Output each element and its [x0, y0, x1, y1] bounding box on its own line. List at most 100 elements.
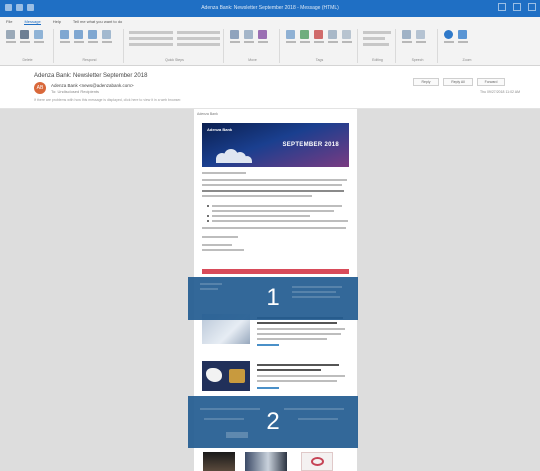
insights-icon — [416, 30, 425, 39]
bullet-icon — [207, 220, 209, 222]
ignore-button[interactable] — [5, 30, 16, 52]
overlay-region-1[interactable]: 1 — [188, 277, 358, 320]
read-more-link[interactable] — [257, 387, 279, 389]
ribbon-group-tags: Tags — [282, 29, 358, 63]
tab-file[interactable]: File — [6, 19, 12, 24]
translate-button[interactable] — [341, 30, 352, 52]
quick-step-item[interactable] — [176, 43, 220, 46]
select-button[interactable] — [363, 43, 389, 46]
zoom-icon — [444, 30, 453, 39]
footer-image-row — [203, 452, 348, 471]
overlay-number-2: 2 — [266, 408, 280, 435]
intro-text — [202, 179, 347, 181]
addin-icon — [458, 30, 467, 39]
body-text — [202, 227, 346, 229]
footer-image[interactable] — [301, 452, 333, 471]
read-aloud-button[interactable] — [401, 30, 412, 52]
article-text — [257, 338, 327, 340]
rules-icon — [244, 30, 253, 39]
office-addin-button[interactable] — [457, 30, 468, 52]
read-more-link[interactable] — [257, 344, 279, 346]
bullet-text — [212, 215, 310, 217]
find-button[interactable] — [363, 31, 391, 34]
forward-ribbon-button[interactable] — [87, 30, 98, 52]
move-icon — [230, 30, 239, 39]
article-thumbnail[interactable] — [202, 361, 250, 391]
opera-house-graphic — [216, 147, 252, 163]
minimize-button[interactable] — [498, 3, 506, 11]
onenote-button[interactable] — [257, 30, 268, 52]
overlay-region-2[interactable]: 2 — [188, 396, 358, 448]
tab-help[interactable]: Help — [53, 19, 61, 24]
quick-step-item[interactable] — [129, 43, 173, 46]
delete-button[interactable] — [19, 30, 30, 52]
close-button[interactable] — [528, 3, 536, 11]
intro-text — [202, 195, 312, 197]
group-label-delete: Delete — [22, 58, 33, 62]
group-label-tags: Tags — [315, 58, 324, 62]
bullet-icon — [207, 205, 209, 207]
delete-icon — [20, 30, 29, 39]
tell-me-search[interactable]: Tell me what you want to do — [73, 19, 122, 24]
zoom-button[interactable] — [443, 30, 454, 52]
banner-headline: SEPTEMBER 2018 — [282, 142, 339, 148]
article-title[interactable] — [257, 364, 339, 366]
ribbon-group-quick-steps: Quick Steps — [126, 29, 224, 63]
maximize-button[interactable] — [513, 3, 521, 11]
ribbon-group-zoom: Zoom — [440, 29, 494, 63]
title-bar: Adenza Bank: Newsletter September 2018 -… — [0, 0, 540, 17]
sender-name[interactable]: Adenza Bank <news@adenzabank.com> — [51, 83, 134, 88]
signature-text — [202, 249, 244, 251]
move-button[interactable] — [229, 30, 240, 52]
reply-icon — [60, 30, 69, 39]
reply-ribbon-button[interactable] — [59, 30, 70, 52]
article-card[interactable] — [202, 361, 349, 397]
related-button[interactable] — [363, 37, 385, 40]
received-date: Thu 09/27/2018 11:02 AM — [479, 90, 520, 94]
section-divider — [202, 269, 349, 274]
message-header: Adenza Bank: Newsletter September 2018 A… — [0, 67, 540, 109]
mark-unread-button[interactable] — [285, 30, 296, 52]
reply-all-button[interactable]: Reply All — [443, 78, 473, 86]
ribbon-tabs: File Message Help Tell me what you want … — [0, 17, 540, 26]
bullet-text — [212, 220, 348, 222]
article-title[interactable] — [257, 322, 337, 324]
assign-policy-button[interactable] — [327, 30, 338, 52]
sender-avatar[interactable]: AB — [34, 82, 46, 94]
meeting-button[interactable] — [101, 30, 112, 52]
group-label-quick-steps: Quick Steps — [165, 58, 184, 62]
newsletter-banner[interactable]: Adenza Bank SEPTEMBER 2018 — [202, 123, 349, 167]
reply-button[interactable]: Reply — [413, 78, 439, 86]
greeting-text — [202, 172, 246, 174]
rules-button[interactable] — [243, 30, 254, 52]
categorize-button[interactable] — [299, 30, 310, 52]
archive-button[interactable] — [33, 30, 44, 52]
group-label-move: Move — [248, 58, 257, 62]
forward-button[interactable]: Forward — [477, 78, 505, 86]
message-subject: Adenza Bank: Newsletter September 2018 — [34, 73, 148, 79]
categorize-icon — [300, 30, 309, 39]
article-title[interactable] — [257, 369, 321, 371]
article-text — [257, 375, 345, 377]
ribbon-group-move: Move — [226, 29, 280, 63]
ribbon-group-respond: Respond — [56, 29, 124, 63]
footer-image[interactable] — [203, 452, 235, 471]
reply-all-ribbon-button[interactable] — [73, 30, 84, 52]
info-bar[interactable]: If there are problems with how this mess… — [34, 98, 181, 102]
group-label-editing: Editing — [372, 58, 383, 62]
quick-step-item[interactable] — [176, 37, 220, 40]
envelope-icon — [286, 30, 295, 39]
follow-up-button[interactable] — [313, 30, 324, 52]
insights-button[interactable] — [415, 30, 426, 52]
footer-image[interactable] — [245, 452, 287, 471]
quick-step-item[interactable] — [176, 31, 220, 34]
ribbon-group-delete: Delete — [2, 29, 54, 63]
newsletter-brand: Adenza Bank — [197, 112, 218, 116]
ribbon-group-speech: Speech — [398, 29, 438, 63]
bullet-text — [212, 205, 342, 207]
bullet-icon — [207, 215, 209, 217]
tab-message[interactable]: Message — [24, 19, 41, 25]
quick-step-item[interactable] — [129, 37, 173, 40]
intro-text — [202, 184, 342, 186]
quick-step-item[interactable] — [129, 31, 173, 34]
